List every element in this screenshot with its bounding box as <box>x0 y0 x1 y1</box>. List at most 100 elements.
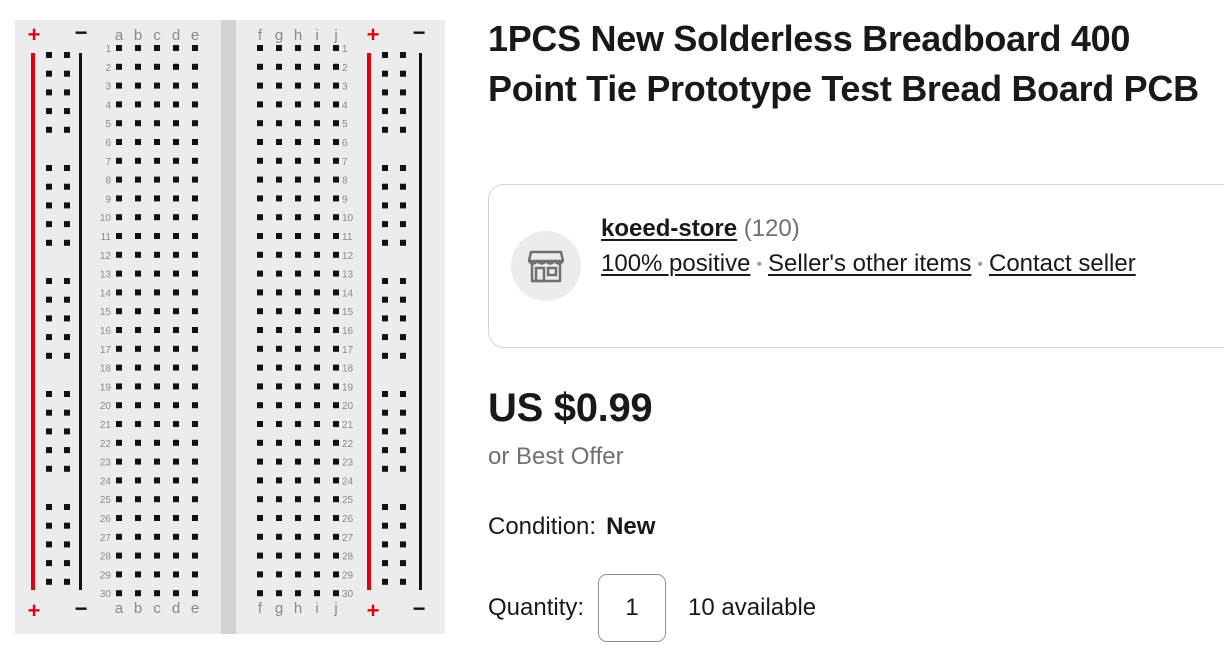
breadboard-hole <box>135 421 141 427</box>
breadboard-hole <box>295 458 301 465</box>
rail-hole <box>400 578 406 585</box>
product-image[interactable]: a a b b c c d d e e f f g g h h i i j j 1 1 2 2 3 3 4 4 5 5 6 6 7 7 8 8 9 9 10… <box>15 20 445 634</box>
rail-hole <box>46 560 52 567</box>
rail-hole <box>46 409 52 416</box>
quantity-input[interactable] <box>598 574 667 642</box>
breadboard-hole <box>276 82 282 89</box>
row-number-right: 21 <box>342 420 354 431</box>
rail-hole <box>64 89 70 96</box>
rail-hole <box>46 70 52 77</box>
contact-seller-link[interactable]: Contact seller <box>989 250 1136 277</box>
rail-hole <box>46 296 52 303</box>
breadboard-hole <box>192 251 198 258</box>
rail-hole <box>382 409 388 416</box>
breadboard-hole <box>173 233 179 239</box>
breadboard-hole <box>154 458 160 465</box>
rail-hole <box>46 183 52 190</box>
breadboard-hole <box>314 515 320 521</box>
breadboard-hole <box>314 157 320 164</box>
breadboard-hole <box>257 421 263 427</box>
rail-hole <box>64 428 70 435</box>
breadboard-hole <box>257 195 263 202</box>
breadboard-hole <box>276 364 282 371</box>
condition-label: Condition: <box>488 513 597 540</box>
breadboard-hole <box>135 289 141 296</box>
breadboard-hole <box>116 402 122 409</box>
rail-hole <box>46 52 52 58</box>
breadboard-hole <box>192 233 198 239</box>
breadboard-hole <box>135 327 141 333</box>
breadboard-hole <box>276 139 282 145</box>
breadboard-hole <box>314 308 320 315</box>
breadboard-hole <box>276 590 282 597</box>
quantity-label: Quantity: <box>488 594 585 621</box>
breadboard-hole <box>154 477 160 484</box>
breadboard-hole <box>276 308 282 315</box>
breadboard-hole <box>333 590 339 597</box>
breadboard-hole <box>192 590 198 597</box>
row-number-right: 11 <box>342 232 353 243</box>
breadboard-hole <box>192 139 198 145</box>
breadboard-hole <box>333 458 339 465</box>
rail-hole <box>400 70 406 77</box>
breadboard-hole <box>135 101 141 108</box>
condition-value: New <box>606 513 656 540</box>
breadboard-hole <box>116 82 122 89</box>
rail-hole <box>64 70 70 77</box>
breadboard-hole <box>295 402 301 409</box>
breadboard-hole <box>257 214 263 221</box>
row-number-right: 4 <box>342 100 348 111</box>
breadboard-hole <box>135 402 141 409</box>
breadboard-hole <box>135 515 141 521</box>
rail-hole <box>400 52 406 58</box>
breadboard-hole <box>333 402 339 409</box>
rail-hole <box>400 428 406 435</box>
rail-hole <box>400 183 406 190</box>
row-number-right: 18 <box>342 364 354 375</box>
breadboard-hole <box>333 289 339 296</box>
breadboard-hole <box>295 157 301 164</box>
breadboard-hole <box>257 552 263 559</box>
breadboard-hole <box>333 477 339 484</box>
rail-hole <box>46 334 52 341</box>
breadboard-hole <box>257 176 263 183</box>
seller-name-link[interactable]: koeed-store <box>601 215 737 242</box>
rail-hole <box>64 315 70 322</box>
rail-hole <box>400 126 406 133</box>
breadboard-hole <box>116 195 122 202</box>
breadboard-hole <box>314 364 320 371</box>
row-number-right: 10 <box>342 213 354 224</box>
rail-hole <box>382 447 388 454</box>
store-avatar[interactable] <box>511 231 581 301</box>
breadboard-hole <box>295 383 301 390</box>
column-label-top: a <box>115 27 124 44</box>
breadboard-hole <box>135 120 141 127</box>
breadboard-hole <box>135 233 141 239</box>
plus-symbol: + <box>367 22 380 47</box>
row-number-right: 28 <box>342 552 354 563</box>
column-label-bottom: d <box>172 600 180 617</box>
breadboard-hole <box>333 439 339 446</box>
breadboard-hole <box>257 571 263 578</box>
seller-other-items-link[interactable]: Seller's other items <box>768 250 971 277</box>
breadboard-hole <box>314 383 320 390</box>
positive-feedback-link[interactable]: 100% positive <box>601 250 750 277</box>
rail-hole <box>400 352 406 359</box>
breadboard-hole <box>173 289 179 296</box>
breadboard-hole <box>135 496 141 503</box>
breadboard-hole <box>314 402 320 409</box>
breadboard-hole <box>276 251 282 258</box>
breadboard-hole <box>333 233 339 239</box>
breadboard-hole <box>192 289 198 296</box>
breadboard-hole <box>314 571 320 578</box>
negative-rail-line-left <box>79 53 82 590</box>
breadboard-hole <box>276 383 282 390</box>
breadboard-hole <box>295 176 301 183</box>
row-number-left: 26 <box>100 514 112 525</box>
rail-hole <box>382 296 388 303</box>
separator-dot: • <box>977 256 983 273</box>
breadboard-hole <box>333 552 339 559</box>
breadboard-hole <box>257 402 263 409</box>
row-number-left: 10 <box>100 213 112 224</box>
breadboard-hole <box>276 120 282 127</box>
